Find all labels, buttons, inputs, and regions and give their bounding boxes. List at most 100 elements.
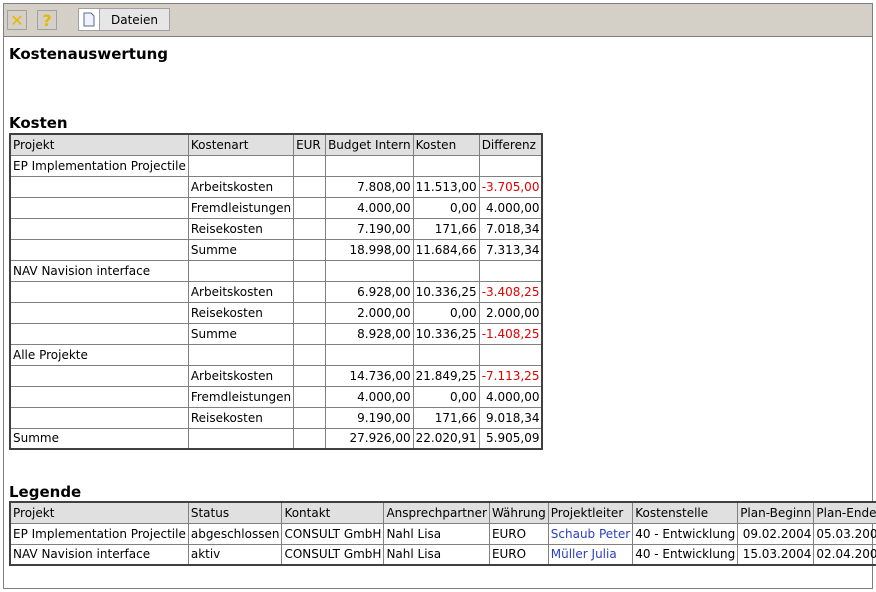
table-row: Arbeitskosten 14.736,00 21.849,25 -7.113,25 [9, 364, 543, 387]
legende-table: Projekt Status Kontakt Ansprechpartner Währu… [9, 501, 876, 566]
table-cell [293, 154, 327, 177]
table-cell: 0,00 [412, 385, 480, 408]
table-cell [9, 238, 189, 261]
column-header: Projekt [9, 501, 189, 524]
table-cell: 22.020,91 [412, 427, 480, 450]
table-cell: Arbeitskosten [187, 364, 295, 387]
table-cell: 7.313,34 [478, 238, 543, 261]
table-cell: 5.905,09 [478, 427, 543, 450]
table-cell: 11.513,00 [412, 175, 480, 198]
table-row: Alle Projekte [9, 343, 543, 366]
column-header: Projektleiter [547, 501, 634, 524]
column-header: Plan-Beginn [737, 501, 815, 524]
table-cell [293, 217, 327, 240]
table-cell [293, 238, 327, 261]
table-cell: 9.190,00 [325, 406, 414, 429]
table-cell: NAV Navision interface [9, 543, 189, 566]
table-cell: 7.808,00 [325, 175, 414, 198]
column-header: Status [187, 501, 283, 524]
table-cell [293, 406, 327, 429]
table-cell [478, 259, 543, 282]
table-cell: Alle Projekte [9, 343, 189, 366]
table-cell: EP Implementation Projectile [9, 154, 189, 177]
table-cell: Reisekosten [187, 217, 295, 240]
table-cell: -1.408,25 [478, 322, 543, 345]
table-cell [293, 280, 327, 303]
kosten-table: Projekt Kostenart EUR Budget Intern Kosten Di… [9, 133, 544, 450]
table-cell [412, 259, 480, 282]
table-cell: Reisekosten [187, 406, 295, 429]
table-cell [293, 322, 327, 345]
table-cell: EP Implementation Projectile [9, 522, 189, 545]
table-row: Arbeitskosten 7.808,00 11.513,00 -3.705,00 [9, 175, 543, 198]
table-cell [293, 385, 327, 408]
help-icon[interactable]: ? [37, 10, 57, 30]
table-cell: Nahl Lisa [383, 522, 490, 545]
document-icon [79, 9, 99, 30]
table-cell [412, 343, 480, 366]
table-cell [293, 196, 327, 219]
column-header: Währung [488, 501, 549, 524]
table-cell [9, 385, 189, 408]
table-cell: -3.408,25 [478, 280, 543, 303]
table-row: Fremdleistungen 4.000,00 0,00 4.000,00 [9, 196, 543, 219]
table-cell: 7.018,34 [478, 217, 543, 240]
window: ✕ ? Dateien Kostenauswertung Kosten Proj… [3, 3, 876, 589]
table-row: EP Implementation Projectile [9, 154, 543, 177]
table-cell: Summe [187, 322, 295, 345]
table-row: Summe 27.926,00 22.020,91 5.905,09 [9, 427, 543, 450]
table-cell: Summe [9, 427, 189, 450]
table-row: Reisekosten 2.000,00 0,00 2.000,00 [9, 301, 543, 324]
column-header: Kostenstelle [632, 501, 739, 524]
table-row: Arbeitskosten 6.928,00 10.336,25 -3.408,25 [9, 280, 543, 303]
table-cell: 0,00 [412, 196, 480, 219]
table-cell [325, 343, 414, 366]
table-cell: 0,00 [412, 301, 480, 324]
table-cell: 2.000,00 [325, 301, 414, 324]
table-cell: 4.000,00 [325, 385, 414, 408]
project-lead-link[interactable]: Müller Julia [547, 543, 634, 566]
table-cell: 40 - Entwicklung [632, 522, 739, 545]
close-icon[interactable]: ✕ [7, 10, 27, 30]
table-cell [293, 175, 327, 198]
table-cell [9, 280, 189, 303]
project-lead-link[interactable]: Schaub Peter [547, 522, 634, 545]
table-cell: 21.849,25 [412, 364, 480, 387]
table-cell [412, 154, 480, 177]
files-button[interactable]: Dateien [78, 8, 171, 31]
table-cell: Arbeitskosten [187, 175, 295, 198]
legende-heading: Legende [9, 483, 82, 501]
table-cell: EURO [488, 522, 549, 545]
column-header: Kontakt [281, 501, 385, 524]
table-cell [187, 259, 295, 282]
table-cell: -3.705,00 [478, 175, 543, 198]
table-cell: 14.736,00 [325, 364, 414, 387]
table-row: NAV Navision interface [9, 259, 543, 282]
table-cell: Reisekosten [187, 301, 295, 324]
table-cell: 02.04.2004 [813, 543, 876, 566]
table-cell: -7.113,25 [478, 364, 543, 387]
column-header: Differenz [478, 133, 543, 156]
table-cell: 4.000,00 [478, 196, 543, 219]
table-cell [187, 154, 295, 177]
table-cell [293, 427, 327, 450]
table-cell [478, 154, 543, 177]
table-row: Summe 8.928,00 10.336,25 -1.408,25 [9, 322, 543, 345]
table-row: NAV Navision interface aktiv CONSULT GmbH N… [9, 543, 876, 566]
files-label: Dateien [99, 9, 170, 30]
table-cell [9, 217, 189, 240]
table-cell: 2.000,00 [478, 301, 543, 324]
table-cell: 171,66 [412, 217, 480, 240]
table-cell: NAV Navision interface [9, 259, 189, 282]
table-row: Reisekosten 9.190,00 171,66 9.018,34 [9, 406, 543, 429]
table-cell: 10.336,25 [412, 280, 480, 303]
table-cell: CONSULT GmbH [281, 543, 385, 566]
table-cell: 8.928,00 [325, 322, 414, 345]
table-cell [293, 259, 327, 282]
table-cell [293, 343, 327, 366]
table-cell [9, 406, 189, 429]
table-cell: 18.998,00 [325, 238, 414, 261]
column-header: Budget Intern [325, 133, 414, 156]
table-row: Fremdleistungen 4.000,00 0,00 4.000,00 [9, 385, 543, 408]
table-cell [9, 322, 189, 345]
